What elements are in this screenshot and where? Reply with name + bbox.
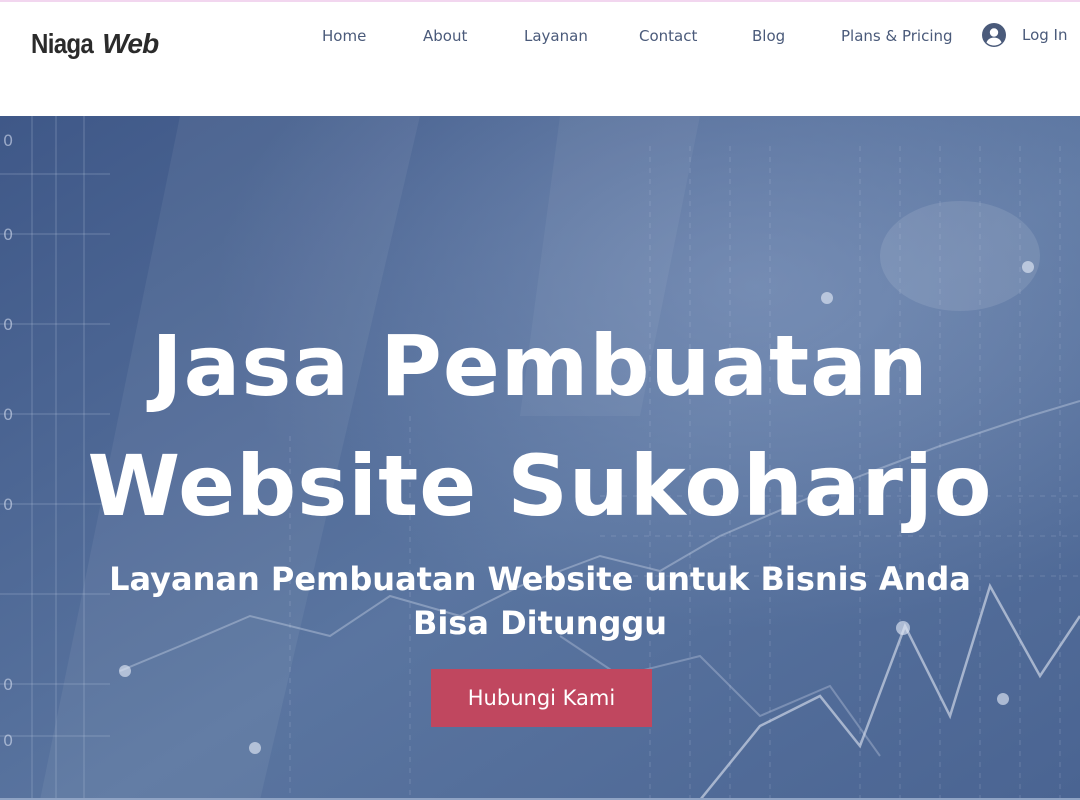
- login-label: Log In: [1022, 26, 1068, 44]
- nav-item-about[interactable]: About: [423, 26, 467, 46]
- site-header: Niaga Web Home About Layanan Contact Blo…: [0, 2, 1080, 116]
- nav-item-contact[interactable]: Contact: [639, 26, 697, 46]
- hero-title-line1: Jasa Pembuatan: [151, 317, 929, 415]
- contact-us-button[interactable]: Hubungi Kami: [431, 669, 652, 727]
- hero-subtitle-line2: Bisa Ditunggu: [412, 604, 668, 642]
- hero-subtitle-line1: Layanan Pembuatan Website untuk Bisnis A…: [109, 560, 971, 598]
- site-logo[interactable]: Niaga Web: [31, 27, 159, 61]
- user-avatar-icon: [982, 23, 1006, 47]
- hero-section: 0 0 0 0 0 0 0 Jasa Pembuatan Website Suk…: [0, 116, 1080, 800]
- nav-item-layanan[interactable]: Layanan: [524, 26, 588, 46]
- logo-text-niaga: Niaga: [31, 28, 94, 59]
- hero-title-line2: Website Sukoharjo: [87, 437, 993, 535]
- logo-text-web: Web: [102, 28, 159, 59]
- axis-label: 0: [3, 225, 13, 244]
- axis-label: 0: [3, 131, 13, 150]
- axis-label: 0: [3, 731, 13, 750]
- axis-label: 0: [3, 675, 13, 694]
- page: Niaga Web Home About Layanan Contact Blo…: [0, 0, 1080, 800]
- nav-item-home[interactable]: Home: [322, 26, 366, 46]
- nav-item-blog[interactable]: Blog: [752, 26, 785, 46]
- nav-item-plans-pricing[interactable]: Plans & Pricing: [841, 26, 953, 46]
